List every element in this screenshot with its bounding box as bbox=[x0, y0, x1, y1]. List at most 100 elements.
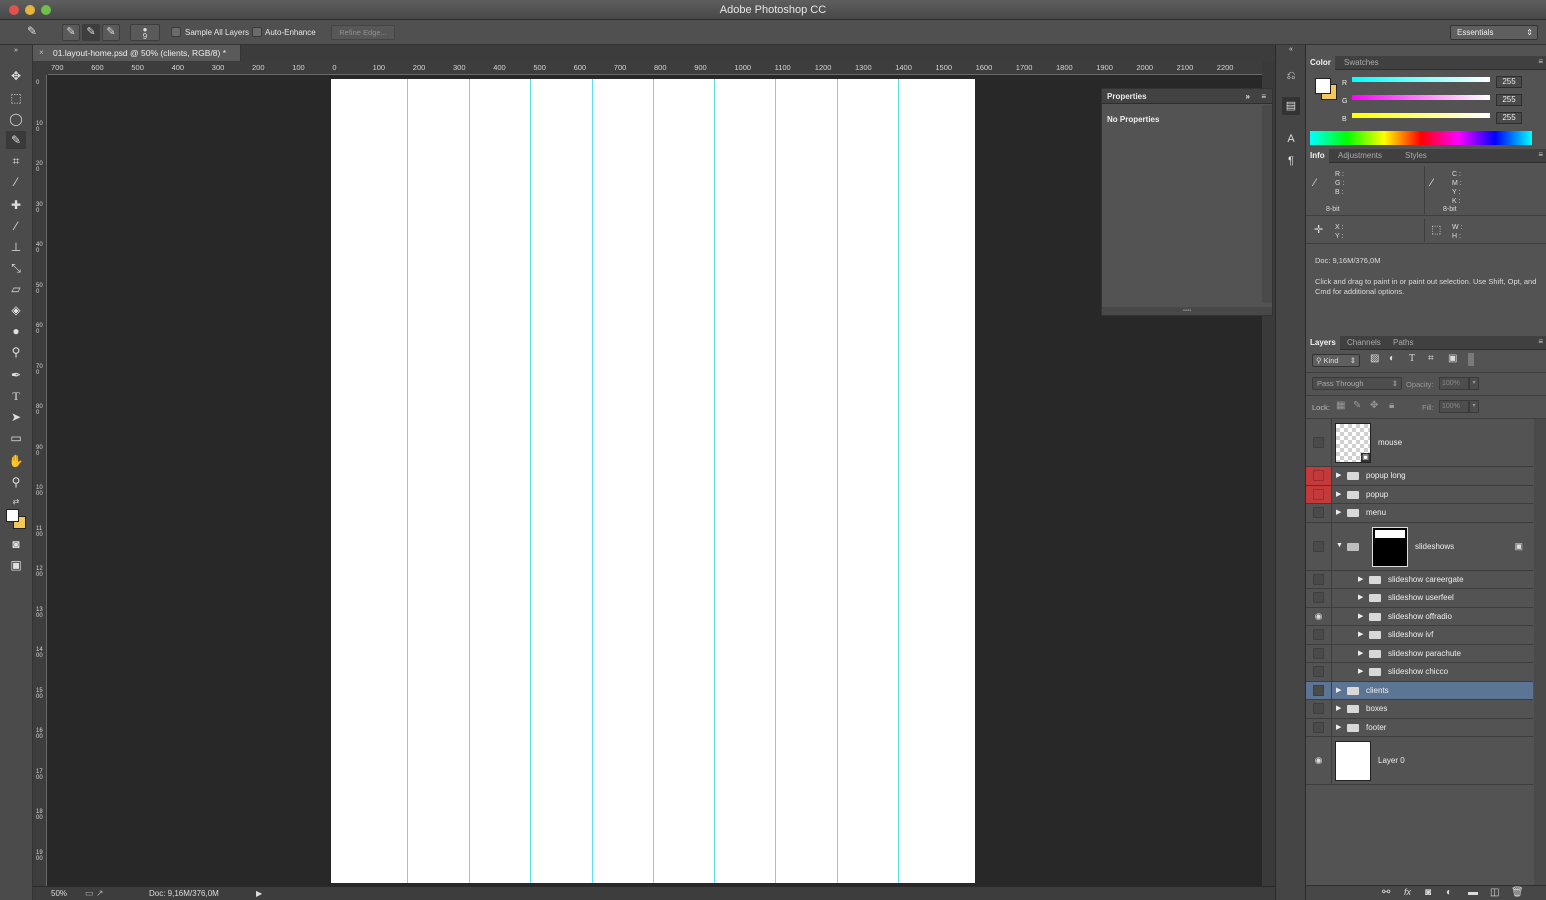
subtract-from-selection-button[interactable]: ✎ bbox=[102, 24, 120, 41]
visibility-toggle[interactable] bbox=[1306, 626, 1332, 644]
eyedropper-tool-icon[interactable]: ⁄ bbox=[6, 173, 26, 191]
close-document-icon[interactable]: × bbox=[39, 45, 44, 61]
add-to-selection-button[interactable]: ✎ bbox=[82, 24, 100, 41]
move-tool-icon[interactable]: ✥ bbox=[6, 67, 26, 85]
type-tool-icon[interactable]: T bbox=[6, 387, 26, 405]
lock-position-icon[interactable]: ✥ bbox=[1370, 400, 1378, 411]
new-group-icon[interactable]: ▬ bbox=[1468, 887, 1478, 898]
hand-tool-icon[interactable]: ✋ bbox=[6, 452, 26, 470]
layer-row[interactable]: ▼ ▣ slideshows bbox=[1306, 522, 1533, 571]
crop-tool-icon[interactable]: ⌗ bbox=[6, 152, 26, 170]
filter-shape-icon[interactable]: ⌗ bbox=[1428, 353, 1434, 364]
visibility-toggle[interactable] bbox=[1306, 700, 1332, 718]
marquee-tool-icon[interactable]: ⬚ bbox=[6, 89, 26, 107]
r-value-field[interactable]: 255 bbox=[1496, 76, 1522, 88]
pen-tool-icon[interactable]: ✒ bbox=[6, 366, 26, 384]
color-spectrum-ramp[interactable] bbox=[1310, 131, 1532, 145]
layer-row[interactable]: ▶ slideshow careergate bbox=[1306, 570, 1533, 589]
visibility-toggle[interactable] bbox=[1306, 504, 1332, 522]
visibility-toggle[interactable] bbox=[1306, 570, 1332, 588]
visibility-toggle[interactable]: ◉ bbox=[1306, 737, 1332, 784]
trash-icon[interactable]: 🗑︎ bbox=[1511, 887, 1524, 898]
brush-tool-icon[interactable]: ∕ bbox=[6, 217, 26, 235]
new-layer-icon[interactable]: ◫ bbox=[1490, 887, 1499, 898]
tab-color[interactable]: Color bbox=[1306, 56, 1335, 70]
opacity-field[interactable]: 100% bbox=[1439, 377, 1469, 390]
tab-styles[interactable]: Styles bbox=[1401, 149, 1431, 163]
visibility-toggle[interactable] bbox=[1306, 419, 1332, 466]
blur-tool-icon[interactable]: ● bbox=[6, 322, 26, 340]
refine-edge-button[interactable]: Refine Edge... bbox=[331, 25, 395, 40]
add-mask-icon[interactable]: ◙ bbox=[1425, 887, 1431, 898]
expand-arrow-icon[interactable]: ▶ bbox=[1336, 471, 1341, 479]
g-value-field[interactable]: 255 bbox=[1496, 94, 1522, 106]
lock-image-pixels-icon[interactable]: ✎ bbox=[1353, 400, 1361, 411]
foreground-color-swatch[interactable] bbox=[6, 509, 19, 522]
panel-menu-icon[interactable]: ≡ bbox=[1538, 150, 1543, 159]
clone-stamp-tool-icon[interactable]: ⊥ bbox=[6, 238, 26, 256]
tool-preset-picker[interactable]: ✎ bbox=[18, 24, 46, 41]
expand-arrow-icon[interactable]: ▶ bbox=[1358, 575, 1363, 583]
auto-enhance-checkbox[interactable] bbox=[252, 27, 262, 37]
r-slider[interactable] bbox=[1352, 77, 1490, 82]
collapse-toolbar-icon[interactable]: » bbox=[6, 47, 26, 55]
tab-layers[interactable]: Layers bbox=[1306, 336, 1340, 350]
expand-arrow-icon[interactable]: ▶ bbox=[1336, 704, 1341, 712]
b-slider[interactable] bbox=[1352, 113, 1490, 118]
tab-adjustments[interactable]: Adjustments bbox=[1334, 149, 1386, 163]
layer-filter-kind-select[interactable]: ⚲ Kind ⇕ bbox=[1312, 354, 1360, 367]
expand-arrow-icon[interactable]: ▶ bbox=[1358, 649, 1363, 657]
visibility-toggle[interactable] bbox=[1306, 485, 1332, 503]
dodge-tool-icon[interactable]: ⚲ bbox=[6, 343, 26, 361]
layer-row[interactable]: ▶ slideshow chicco bbox=[1306, 663, 1533, 682]
lock-transparency-icon[interactable]: ▦ bbox=[1336, 400, 1345, 411]
layer-row[interactable]: ▶ slideshow parachute bbox=[1306, 644, 1533, 663]
layer-row[interactable]: ◉ ▶ slideshow offradio bbox=[1306, 607, 1533, 626]
visibility-toggle[interactable] bbox=[1306, 467, 1332, 485]
panel-menu-icon[interactable]: ≡ bbox=[1261, 89, 1266, 104]
screen-mode-icon[interactable]: ▣ bbox=[6, 556, 26, 574]
panel-menu-icon[interactable]: ≡ bbox=[1538, 337, 1543, 346]
horizontal-ruler[interactable]: 700 600 500 400 300 200 100 0 100 200 300 400 500 600… bbox=[48, 61, 1262, 75]
expand-arrow-icon[interactable]: ▶ bbox=[1336, 508, 1341, 516]
paragraph-icon[interactable]: ¶ bbox=[1282, 152, 1300, 170]
properties-icon[interactable]: ▤ bbox=[1282, 97, 1300, 115]
filter-type-icon[interactable]: T bbox=[1409, 353, 1415, 364]
status-share-icon[interactable]: ▭ ↗ bbox=[85, 888, 104, 899]
eraser-tool-icon[interactable]: ▱ bbox=[6, 280, 26, 298]
history-brush-tool-icon[interactable]: ⤡ bbox=[6, 259, 26, 277]
expand-arrow-icon[interactable]: ▶ bbox=[1336, 686, 1341, 694]
filter-toggle-switch[interactable] bbox=[1468, 353, 1474, 366]
tab-info[interactable]: Info bbox=[1306, 149, 1329, 163]
group-mask-thumbnail[interactable] bbox=[1372, 526, 1408, 567]
expand-arrow-icon[interactable]: ▶ bbox=[1358, 593, 1363, 601]
workspace-switcher[interactable]: Essentials ⇕ bbox=[1450, 25, 1538, 40]
sample-all-layers-checkbox[interactable] bbox=[171, 27, 181, 37]
layers-scrollbar[interactable] bbox=[1534, 419, 1546, 885]
tab-paths[interactable]: Paths bbox=[1389, 336, 1417, 350]
visibility-toggle[interactable] bbox=[1306, 681, 1332, 699]
expand-arrow-icon[interactable]: ▶ bbox=[1358, 667, 1363, 675]
tab-swatches[interactable]: Swatches bbox=[1340, 56, 1383, 70]
new-selection-button[interactable]: ✎ bbox=[62, 24, 80, 41]
expand-arrow-icon[interactable]: ▶ bbox=[1336, 490, 1341, 498]
document-canvas[interactable] bbox=[331, 79, 975, 883]
zoom-level[interactable]: 50% bbox=[51, 889, 67, 898]
ruler-origin[interactable] bbox=[33, 61, 48, 75]
layer-row[interactable]: ▶ slideshow ivf bbox=[1306, 626, 1533, 645]
visibility-toggle[interactable] bbox=[1306, 718, 1332, 736]
fill-field[interactable]: 100% bbox=[1439, 400, 1469, 413]
filter-smart-object-icon[interactable]: ▣ bbox=[1448, 353, 1457, 364]
vertical-ruler[interactable]: 0 100 200 300 400 500 600 700 800 900 1000 1100 1200… bbox=[33, 75, 47, 886]
link-layers-icon[interactable]: ⚯ bbox=[1382, 887, 1390, 898]
expand-arrow-icon[interactable]: ▶ bbox=[1358, 630, 1363, 638]
quick-selection-tool-icon[interactable]: ✎ bbox=[6, 131, 26, 149]
character-icon[interactable]: A bbox=[1282, 130, 1300, 148]
blend-mode-select[interactable]: Pass Through ⇕ bbox=[1312, 377, 1402, 390]
panel-menu-icon[interactable]: ≡ bbox=[1538, 57, 1543, 66]
collapse-panel-icon[interactable]: » bbox=[1246, 89, 1250, 104]
properties-header[interactable]: Properties » ≡ bbox=[1102, 89, 1272, 104]
adjustment-layer-icon[interactable]: ◐ bbox=[1446, 887, 1452, 898]
layer-thumbnail[interactable] bbox=[1335, 741, 1371, 781]
visibility-toggle[interactable]: ◉ bbox=[1306, 607, 1332, 625]
